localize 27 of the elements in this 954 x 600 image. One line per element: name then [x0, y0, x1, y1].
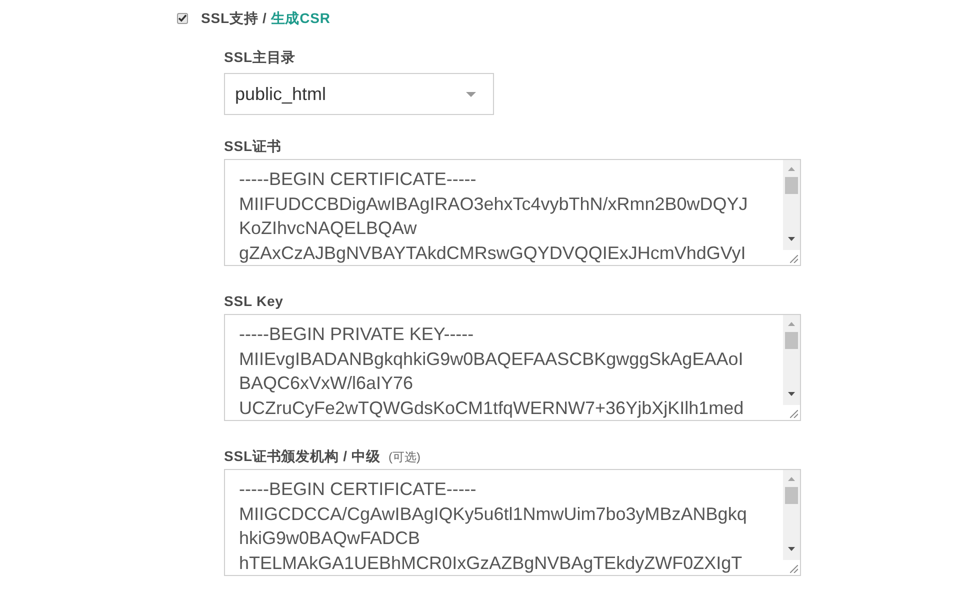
scrollbar-thumb[interactable]	[785, 332, 798, 349]
certificate-textarea[interactable]: -----BEGIN CERTIFICATE----- MIIFUDCCBDigAwIBAgIRAO3ehxTc4vybThN/xRmn2B0wDQYJ KoZIhvcNAQELBQAw gZAxCzAJBgNVBAYTAkdCMRswGQYDVQQIExJHcmVhdGVyI	[224, 159, 801, 266]
scrollbar-thumb[interactable]	[785, 177, 798, 194]
caret-icon	[466, 92, 476, 96]
field-label: SSL证书	[224, 137, 282, 156]
certificate-textarea[interactable]: -----BEGIN CERTIFICATE----- MIIGCDCCA/CgAwIBAgIQKy5u6tl1NmwUim7bo3yMBzANBgkq hkiG9w0BAQwFADCB hTELMAkGA1UEBhMCR0IxGzAZBgNVBAgTEkdyZWF0ZXIgT	[224, 469, 801, 576]
scrollbar-thumb[interactable]	[785, 487, 798, 504]
scroll-down-icon[interactable]	[788, 547, 795, 551]
scroll-down-icon[interactable]	[788, 392, 795, 396]
resize-grip-icon[interactable]	[790, 410, 798, 418]
scroll-down-icon[interactable]	[788, 237, 795, 241]
resize-grip-icon[interactable]	[790, 255, 798, 263]
scrollbar[interactable]	[783, 160, 800, 250]
optional-hint: (可选)	[388, 449, 420, 466]
scroll-up-icon[interactable]	[788, 167, 795, 171]
field-label: SSL Key	[224, 292, 284, 311]
field-label: SSL证书颁发机构 / 中级	[224, 447, 380, 466]
resize-grip-icon[interactable]	[790, 565, 798, 573]
scrollbar[interactable]	[783, 315, 800, 405]
field-label: SSL主目录	[224, 48, 296, 67]
scrollbar[interactable]	[783, 470, 800, 560]
directory-select[interactable]: public_html	[224, 73, 494, 115]
scroll-up-icon[interactable]	[788, 322, 795, 326]
certificate-textarea[interactable]: -----BEGIN PRIVATE KEY----- MIIEvgIBADANBgkqhkiG9w0BAQEFAASCBKgwggSkAgEAAoI BAQC6xVxW/l6aIY76 UCZruCyFe2wTQWGdsKoCM1tfqWERNW7+36YjbXjKIlh1med	[224, 314, 801, 421]
scroll-up-icon[interactable]	[788, 477, 795, 481]
checkbox-label: SSL支持 /	[201, 8, 267, 28]
checkbox[interactable]	[177, 12, 188, 24]
